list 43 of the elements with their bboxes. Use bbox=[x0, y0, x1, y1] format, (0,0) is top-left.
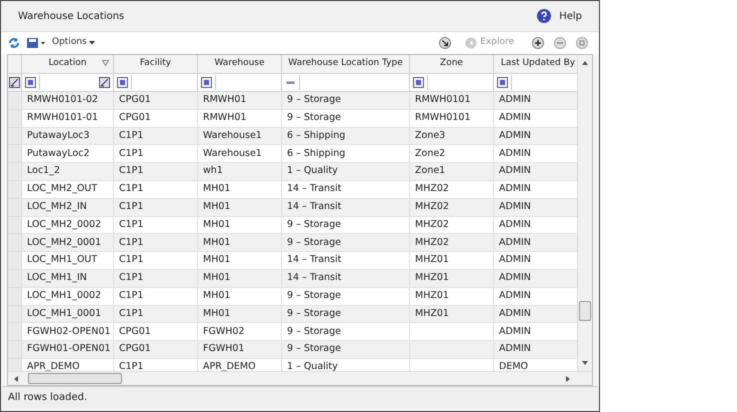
row-header[interactable] bbox=[8, 216, 22, 234]
row-header[interactable] bbox=[8, 288, 22, 306]
export-icon[interactable] bbox=[439, 37, 452, 49]
row-header[interactable] bbox=[8, 270, 22, 288]
edit-filter-icon[interactable] bbox=[99, 77, 110, 88]
scroll-thumb[interactable] bbox=[579, 301, 591, 321]
row-header[interactable] bbox=[8, 341, 22, 359]
row-header[interactable] bbox=[8, 252, 22, 270]
filter-operator-icon[interactable] bbox=[413, 77, 424, 88]
row-header[interactable] bbox=[8, 234, 22, 252]
row-header[interactable] bbox=[8, 128, 22, 146]
row-header[interactable] bbox=[8, 110, 22, 128]
sort-icon[interactable] bbox=[102, 60, 109, 66]
row-header[interactable] bbox=[8, 323, 22, 342]
scroll-up-icon[interactable] bbox=[582, 61, 588, 65]
filter-operator-icon[interactable] bbox=[201, 77, 212, 88]
remove-icon[interactable] bbox=[554, 37, 566, 49]
window-title: Warehouse Locations bbox=[18, 10, 126, 24]
status-text: All rows loaded. bbox=[8, 391, 88, 405]
row-header[interactable] bbox=[8, 163, 22, 181]
details-icon[interactable] bbox=[576, 37, 588, 49]
add-icon[interactable] bbox=[532, 37, 544, 49]
vertical-scrollbar[interactable] bbox=[577, 55, 592, 371]
scroll-left-icon[interactable] bbox=[14, 376, 18, 382]
scroll-down-icon[interactable] bbox=[582, 361, 588, 365]
refresh-icon[interactable] bbox=[8, 37, 20, 49]
filter-operator-icon[interactable] bbox=[25, 77, 36, 88]
row-header[interactable] bbox=[8, 306, 22, 324]
help-icon[interactable] bbox=[537, 9, 552, 23]
save-view-icon[interactable] bbox=[26, 37, 46, 49]
scroll-thumb[interactable] bbox=[28, 373, 122, 384]
caret-icon bbox=[88, 41, 95, 45]
row-header[interactable] bbox=[8, 180, 22, 199]
row-header[interactable] bbox=[8, 198, 22, 217]
row-header[interactable] bbox=[8, 145, 22, 164]
horizontal-scrollbar[interactable] bbox=[8, 371, 592, 385]
row-header[interactable] bbox=[8, 358, 22, 371]
filter-operator-icon[interactable] bbox=[117, 77, 128, 88]
scroll-right-icon[interactable] bbox=[566, 376, 570, 382]
help-link[interactable]: Help bbox=[559, 8, 582, 24]
edit-filter-icon[interactable] bbox=[9, 77, 20, 88]
options-menu-button[interactable]: Options bbox=[52, 36, 95, 50]
filter-operator-icon[interactable] bbox=[497, 77, 508, 88]
